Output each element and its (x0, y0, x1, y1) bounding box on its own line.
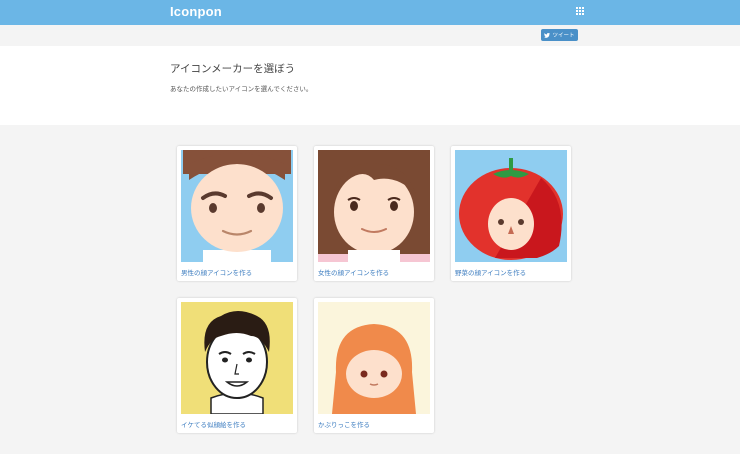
tomato-face-icon[interactable] (455, 150, 567, 262)
maker-card-hooded[interactable]: かぶりっこを作る (314, 298, 434, 433)
maker-card-male[interactable]: 男性の顔アイコンを作る (177, 146, 297, 281)
page-title: アイコンメーカーを選ぼう (170, 63, 296, 75)
brand-logo[interactable]: Iconpon (170, 4, 222, 19)
maker-label-portrait[interactable]: イケてる似顔絵を作る (181, 419, 246, 429)
tweet-label: ツイート (552, 33, 575, 39)
portrait-face-icon[interactable] (181, 302, 293, 414)
hooded-kid-icon[interactable] (318, 302, 430, 414)
top-navbar: Iconpon (0, 0, 740, 25)
maker-label-male[interactable]: 男性の顔アイコンを作る (181, 267, 252, 277)
female-face-icon[interactable] (318, 150, 430, 262)
twitter-bird-icon (544, 32, 551, 38)
intro-section: アイコンメーカーを選ぼう あなたの作成したいアイコンを選んでください。 (0, 46, 740, 125)
maker-label-vegetable[interactable]: 野菜の顔アイコンを作る (455, 267, 526, 277)
maker-label-female[interactable]: 女性の顔アイコンを作る (318, 267, 389, 277)
male-face-icon[interactable] (181, 150, 293, 262)
tweet-button[interactable]: ツイート (541, 29, 578, 41)
page-subtitle: あなたの作成したいアイコンを選んでください。 (170, 85, 313, 93)
maker-label-hooded[interactable]: かぶりっこを作る (318, 419, 370, 429)
maker-card-portrait[interactable]: イケてる似顔絵を作る (177, 298, 297, 433)
grid-menu-icon[interactable] (576, 7, 585, 16)
share-bar (0, 25, 740, 46)
maker-card-vegetable[interactable]: 野菜の顔アイコンを作る (451, 146, 571, 281)
maker-card-female[interactable]: 女性の顔アイコンを作る (314, 146, 434, 281)
